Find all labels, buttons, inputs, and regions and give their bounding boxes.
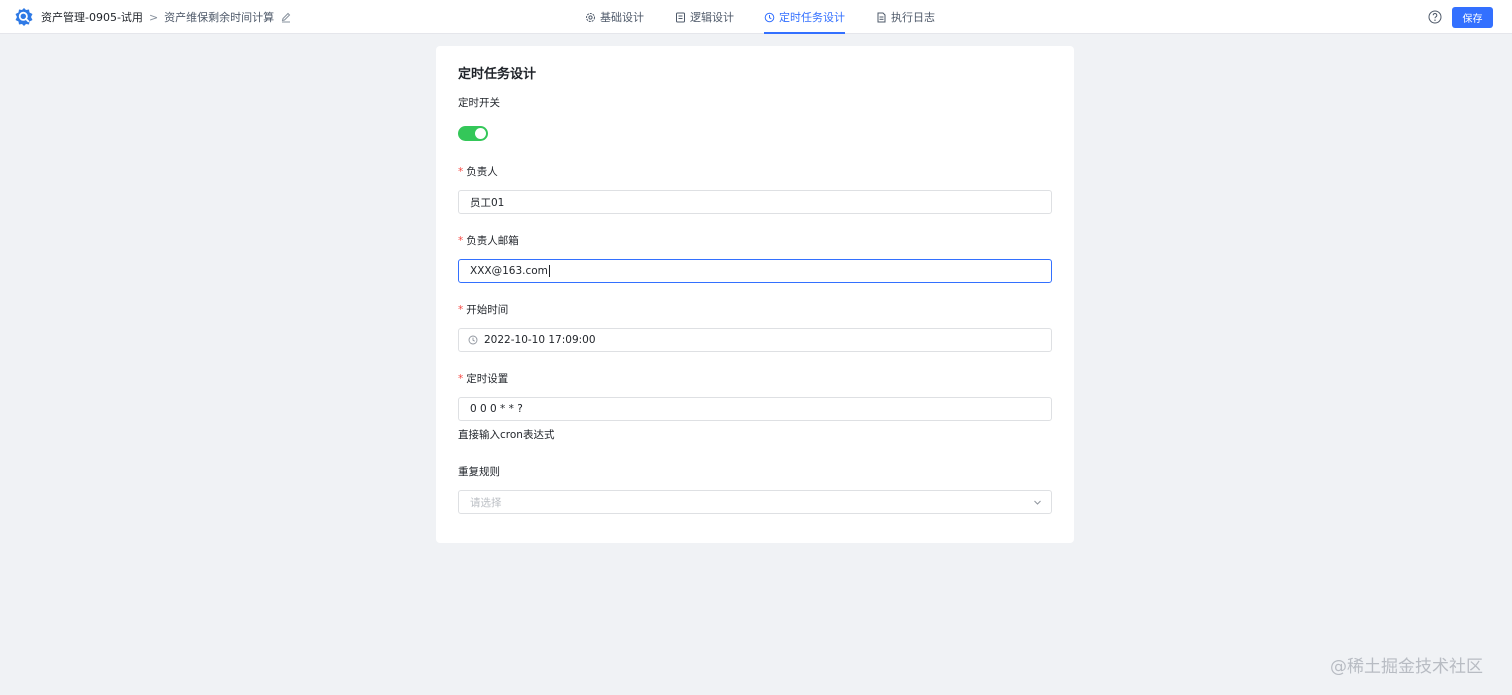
tab-logic-design[interactable]: 逻辑设计 [675, 0, 734, 34]
text-caret [548, 265, 550, 277]
top-bar: 资产管理-0905-试用 > 资产维保剩余时间计算 基础设计 逻辑设计 定时任务… [0, 0, 1512, 34]
required-mark: * [458, 235, 464, 247]
repeat-rule-select[interactable]: 请选择 [458, 490, 1052, 514]
start-time-picker[interactable]: 2022-10-10 17:09:00 [458, 328, 1052, 352]
flow-name: 资产维保剩余时间计算 [164, 11, 275, 24]
save-button[interactable]: 保存 [1452, 7, 1493, 28]
owner-email-input[interactable]: XXX@163.com [458, 259, 1052, 283]
page-title: 定时任务设计 [458, 67, 537, 82]
chevron-down-icon [1032, 497, 1043, 508]
tab-timer-task-design[interactable]: 定时任务设计 [764, 0, 845, 34]
breadcrumb: 资产管理-0905-试用 > 资产维保剩余时间计算 [14, 7, 292, 27]
switch-knob [475, 128, 486, 139]
required-mark: * [458, 373, 464, 385]
owner-label: * 负责人 [458, 164, 498, 179]
app-logo-icon[interactable] [14, 7, 34, 27]
design-tabs: 基础设计 逻辑设计 定时任务设计 执行日志 [585, 0, 935, 34]
start-time-label: * 开始时间 [458, 302, 508, 317]
tab-execution-log[interactable]: 执行日志 [876, 0, 935, 34]
start-time-label-text: 开始时间 [466, 304, 509, 316]
owner-email-label: * 负责人邮箱 [458, 233, 519, 248]
breadcrumb-separator: > [148, 10, 159, 24]
tab-label: 定时任务设计 [779, 11, 845, 24]
app-name[interactable]: 资产管理-0905-试用 [41, 9, 143, 25]
timer-task-form-card: 定时任务设计 定时开关 * 负责人 员工01 * 负责人邮箱 XXX@163.com… [436, 46, 1074, 543]
tab-label: 基础设计 [600, 11, 644, 24]
document-icon [675, 12, 686, 23]
schedule-label-text: 定时设置 [466, 373, 509, 385]
repeat-rule-label: 重复规则 [458, 466, 500, 478]
tab-basic-design[interactable]: 基础设计 [585, 0, 644, 34]
clock-icon [764, 12, 775, 23]
start-time-value: 2022-10-10 17:09:00 [484, 334, 596, 346]
cron-expression-input[interactable]: 0 0 0 * * ? [458, 397, 1052, 421]
required-mark: * [458, 166, 464, 178]
owner-value: 员工01 [470, 196, 505, 209]
owner-label-text: 负责人 [466, 166, 498, 178]
watermark: @稀土掘金技术社区 [1330, 657, 1483, 677]
repeat-rule-placeholder: 请选择 [470, 496, 502, 509]
owner-email-value: XXX@163.com [470, 265, 548, 277]
required-mark: * [458, 304, 464, 316]
owner-input[interactable]: 员工01 [458, 190, 1052, 214]
tab-label: 逻辑设计 [690, 11, 734, 24]
tab-label: 执行日志 [891, 11, 935, 24]
edit-icon[interactable] [280, 11, 292, 23]
help-icon[interactable] [1428, 10, 1442, 24]
gear-icon [585, 12, 596, 23]
clock-icon [468, 335, 478, 345]
schedule-label: * 定时设置 [458, 371, 508, 386]
owner-email-label-text: 负责人邮箱 [466, 235, 519, 247]
timer-switch-toggle[interactable] [458, 126, 488, 141]
cron-expression-value: 0 0 0 * * ? [470, 403, 523, 415]
cron-hint: 直接输入cron表达式 [458, 429, 555, 441]
log-icon [876, 12, 887, 23]
timer-switch-label: 定时开关 [458, 97, 500, 109]
